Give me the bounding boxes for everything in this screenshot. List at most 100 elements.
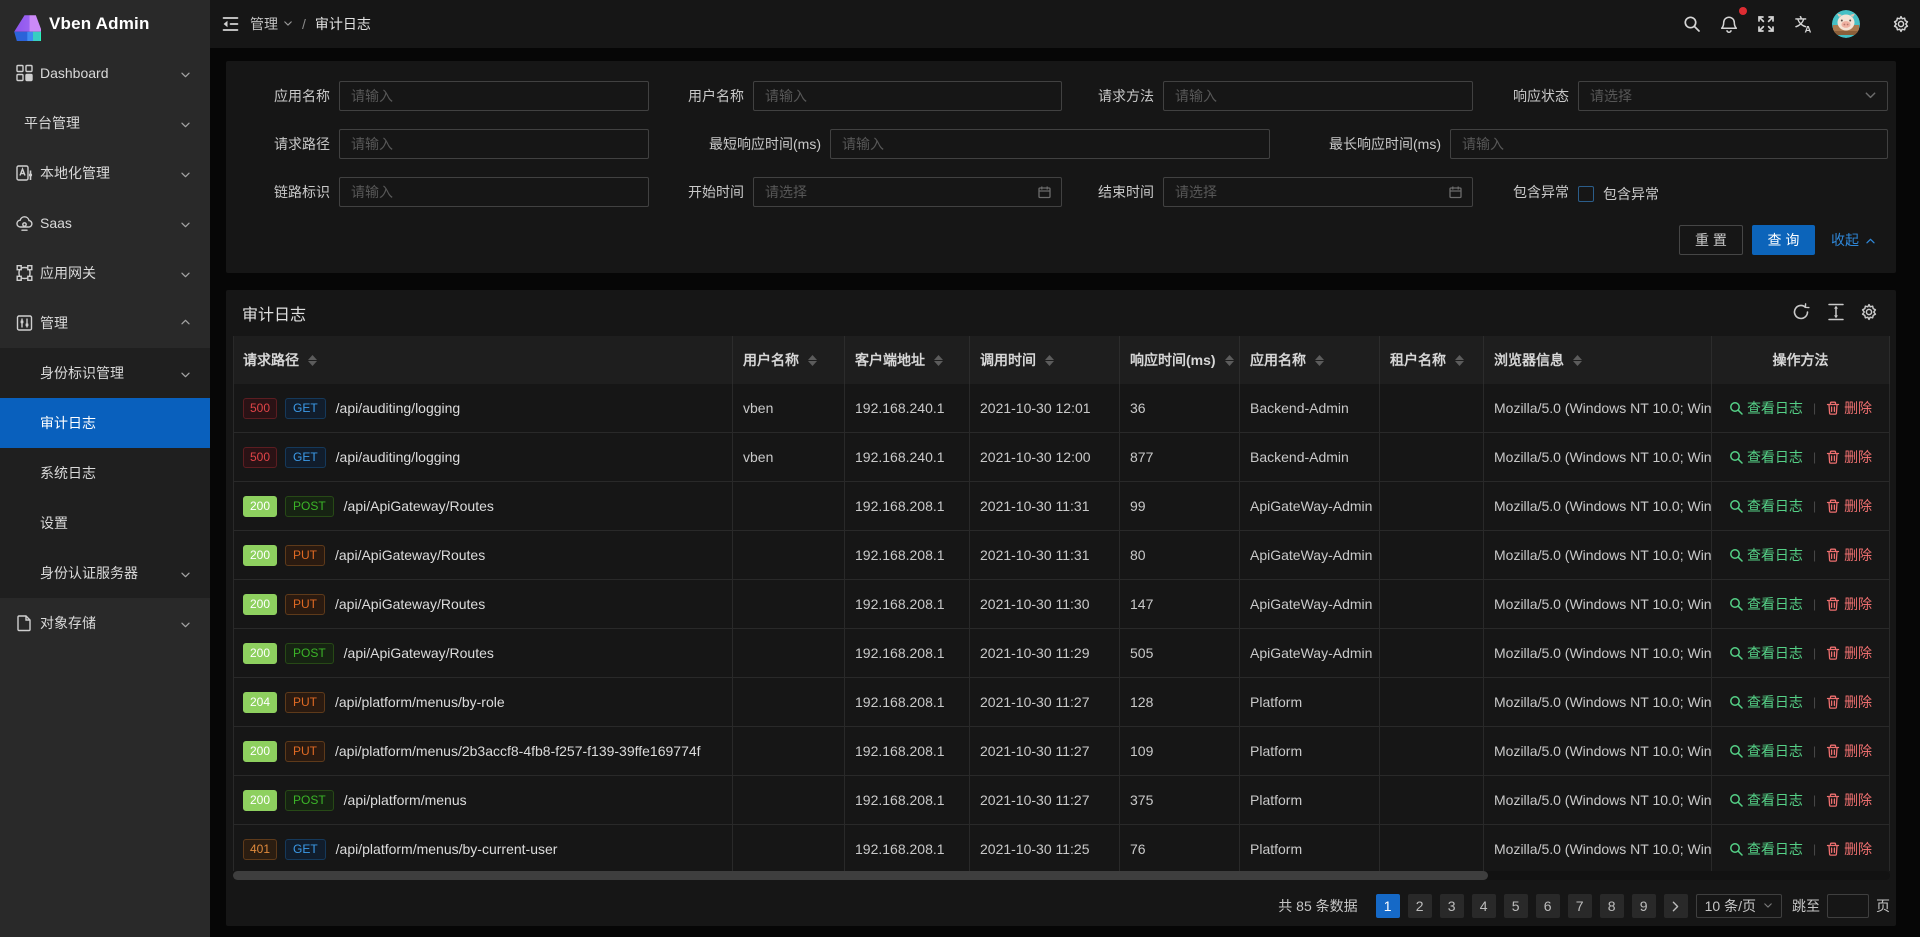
- view-log-link[interactable]: 查看日志: [1729, 741, 1803, 761]
- logo[interactable]: Vben Admin: [0, 0, 210, 48]
- page-size-value: 10 条/页: [1705, 896, 1756, 916]
- include-exception-checkbox[interactable]: 包含异常: [1578, 184, 1659, 204]
- table-cell: [1380, 629, 1484, 677]
- menu-fold-icon[interactable]: [222, 16, 239, 33]
- column-header-0[interactable]: 请求路径: [233, 336, 733, 384]
- delete-link[interactable]: 删除: [1826, 496, 1872, 516]
- column-header-7[interactable]: 浏览器信息: [1484, 336, 1712, 384]
- sidebar-item-3[interactable]: Saas: [0, 198, 210, 248]
- bell-icon[interactable]: [1720, 15, 1738, 33]
- sort-caret-icon[interactable]: [808, 355, 817, 366]
- refresh-icon[interactable]: [1792, 303, 1810, 321]
- table-row: 200PUT/api/platform/menus/2b3accf8-4fb8-…: [233, 727, 1890, 776]
- filter-select[interactable]: 请选择: [1578, 81, 1888, 111]
- scrollbar-thumb[interactable]: [233, 871, 1488, 880]
- page-button-7[interactable]: 7: [1568, 894, 1592, 918]
- sidebar-item-sub-1[interactable]: 审计日志: [0, 398, 210, 448]
- collapse-link[interactable]: 收起: [1831, 225, 1876, 255]
- delete-link[interactable]: 删除: [1826, 790, 1872, 810]
- table-row: 200POST/api/ApiGateway/Routes192.168.208…: [233, 629, 1890, 678]
- column-header-6[interactable]: 租户名称: [1380, 336, 1484, 384]
- sidebar-item-2[interactable]: 本地化管理: [0, 148, 210, 198]
- translate-icon[interactable]: [1795, 15, 1813, 33]
- fullscreen-icon[interactable]: [1757, 15, 1775, 33]
- sidebar-item-sub-4[interactable]: 身份认证服务器: [0, 548, 210, 598]
- search-button[interactable]: 查 询: [1752, 225, 1815, 255]
- delete-link[interactable]: 删除: [1826, 398, 1872, 418]
- table-cell: 192.168.208.1: [845, 776, 970, 824]
- sidebar-item-1[interactable]: 平台管理: [0, 98, 210, 148]
- table-header: 请求路径用户名称客户端地址调用时间响应时间(ms)应用名称租户名称浏览器信息操作…: [233, 336, 1890, 384]
- app-name: Platform: [1250, 694, 1302, 710]
- delete-link[interactable]: 删除: [1826, 643, 1872, 663]
- sort-caret-icon[interactable]: [1315, 355, 1324, 366]
- delete-link[interactable]: 删除: [1826, 741, 1872, 761]
- view-log-link[interactable]: 查看日志: [1729, 545, 1803, 565]
- page-button-3[interactable]: 3: [1440, 894, 1464, 918]
- page-button-9[interactable]: 9: [1632, 894, 1656, 918]
- page-button-8[interactable]: 8: [1600, 894, 1624, 918]
- column-header-5[interactable]: 应用名称: [1240, 336, 1380, 384]
- sort-caret-icon[interactable]: [1045, 355, 1054, 366]
- sidebar-item-sub-0[interactable]: 身份标识管理: [0, 348, 210, 398]
- search-icon[interactable]: [1683, 15, 1701, 33]
- delete-link[interactable]: 删除: [1826, 692, 1872, 712]
- filter-text-input[interactable]: [1462, 136, 1876, 152]
- table-cell: [1380, 482, 1484, 530]
- avatar[interactable]: [1832, 10, 1860, 38]
- column-header-4[interactable]: 响应时间(ms): [1120, 336, 1240, 384]
- jump-page-input[interactable]: [1827, 894, 1869, 918]
- column-height-icon[interactable]: [1827, 303, 1845, 321]
- view-log-link[interactable]: 查看日志: [1729, 839, 1803, 859]
- table-cell: 2021-10-30 11:31: [970, 482, 1120, 530]
- page-button-5[interactable]: 5: [1504, 894, 1528, 918]
- table-cell: 147: [1120, 580, 1240, 628]
- page-size-select[interactable]: 10 条/页: [1696, 894, 1782, 918]
- sidebar-item-5[interactable]: 管理: [0, 298, 210, 348]
- breadcrumb-section[interactable]: 管理: [250, 14, 293, 34]
- page-button-4[interactable]: 4: [1472, 894, 1496, 918]
- settings-gear-icon[interactable]: [1892, 15, 1910, 33]
- sidebar-item-4[interactable]: 应用网关: [0, 248, 210, 298]
- delete-link[interactable]: 删除: [1826, 447, 1872, 467]
- delete-link[interactable]: 删除: [1826, 839, 1872, 859]
- view-log-link[interactable]: 查看日志: [1729, 790, 1803, 810]
- table-cell: 500GET/api/auditing/logging: [233, 433, 733, 481]
- status-badge: 200: [243, 643, 277, 664]
- sidebar-item-0[interactable]: Dashboard: [0, 48, 210, 98]
- table-cell: 查看日志|删除: [1712, 825, 1890, 871]
- sort-caret-icon[interactable]: [1573, 355, 1582, 366]
- table-cell: 查看日志|删除: [1712, 384, 1890, 432]
- view-log-link[interactable]: 查看日志: [1729, 643, 1803, 663]
- view-log-link[interactable]: 查看日志: [1729, 594, 1803, 614]
- sidebar-item-sub-3[interactable]: 设置: [0, 498, 210, 548]
- column-header-1[interactable]: 用户名称: [733, 336, 845, 384]
- table-cell: 109: [1120, 727, 1240, 775]
- sidebar-item-6[interactable]: 对象存储: [0, 598, 210, 648]
- page-button-6[interactable]: 6: [1536, 894, 1560, 918]
- next-page-button[interactable]: [1664, 894, 1688, 918]
- sort-caret-icon[interactable]: [934, 355, 943, 366]
- column-header-2[interactable]: 客户端地址: [845, 336, 970, 384]
- view-log-link[interactable]: 查看日志: [1729, 496, 1803, 516]
- delete-link[interactable]: 删除: [1826, 545, 1872, 565]
- sort-caret-icon[interactable]: [308, 355, 317, 366]
- sort-caret-icon[interactable]: [1225, 355, 1234, 366]
- table-settings-icon[interactable]: [1860, 303, 1878, 321]
- sidebar-item-sub-2[interactable]: 系统日志: [0, 448, 210, 498]
- column-header-3[interactable]: 调用时间: [970, 336, 1120, 384]
- reset-button[interactable]: 重 置: [1679, 225, 1743, 255]
- filter-input[interactable]: [1450, 129, 1888, 159]
- trash-icon: [1826, 450, 1840, 464]
- table-row: 200POST/api/ApiGateway/Routes192.168.208…: [233, 482, 1890, 531]
- sort-caret-icon[interactable]: [1455, 355, 1464, 366]
- browser-info: Mozilla/5.0 (Windows NT 10.0; Win: [1494, 743, 1712, 759]
- delete-link[interactable]: 删除: [1826, 594, 1872, 614]
- page-button-2[interactable]: 2: [1408, 894, 1432, 918]
- view-log-link[interactable]: 查看日志: [1729, 447, 1803, 467]
- view-log-link[interactable]: 查看日志: [1729, 692, 1803, 712]
- page-button-1[interactable]: 1: [1376, 894, 1400, 918]
- call-time: 2021-10-30 12:01: [980, 400, 1091, 416]
- table-cell: 2021-10-30 11:29: [970, 629, 1120, 677]
- view-log-link[interactable]: 查看日志: [1729, 398, 1803, 418]
